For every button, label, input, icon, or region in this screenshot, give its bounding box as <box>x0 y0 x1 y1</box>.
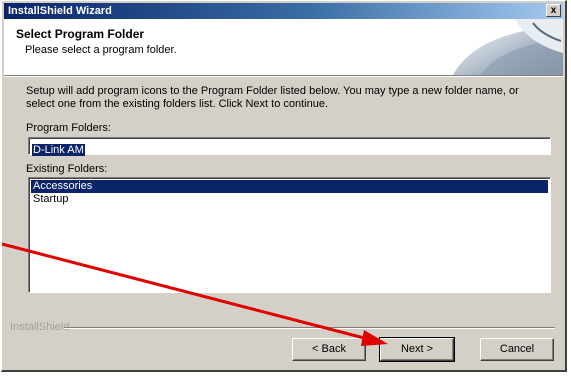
program-folder-value: D-Link AM <box>32 144 85 156</box>
back-button[interactable]: < Back <box>292 338 366 361</box>
installshield-dialog: InstallShield Wizard x Select Program Fo… <box>1 0 567 372</box>
header-subtitle: Please select a program folder. <box>25 44 177 56</box>
instructions-text: Setup will add program icons to the Prog… <box>26 85 519 110</box>
close-button[interactable]: x <box>546 4 561 17</box>
program-folder-input[interactable]: D-Link AM <box>28 137 551 156</box>
header-title: Select Program Folder <box>16 27 145 41</box>
list-item[interactable]: Startup <box>31 193 548 206</box>
title-bar[interactable]: InstallShield Wizard x <box>4 3 563 19</box>
wizard-graphic-icon <box>453 19 563 75</box>
installshield-brand: InstallShield <box>10 321 70 333</box>
wizard-header: Select Program Folder Please select a pr… <box>4 19 563 75</box>
window-title: InstallShield Wizard <box>8 5 112 17</box>
program-folders-label: Program Folders: <box>26 122 111 134</box>
existing-folders-list[interactable]: Accessories Startup <box>28 177 551 293</box>
footer-divider <box>64 327 555 329</box>
list-item[interactable]: Accessories <box>31 180 548 193</box>
cancel-button[interactable]: Cancel <box>480 338 554 361</box>
header-divider <box>4 75 563 77</box>
existing-folders-label: Existing Folders: <box>26 163 108 175</box>
next-button[interactable]: Next > <box>379 337 455 362</box>
